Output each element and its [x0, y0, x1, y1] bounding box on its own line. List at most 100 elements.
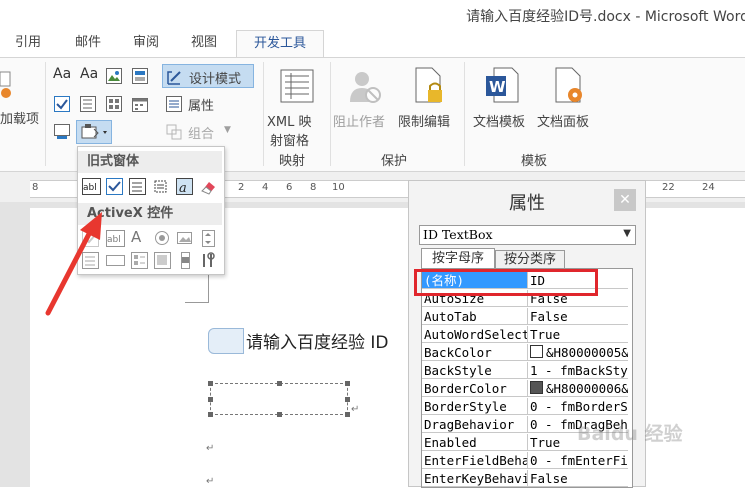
design-mode-button[interactable]: 设计模式: [162, 64, 254, 88]
document-template-label: 文档模板: [473, 115, 526, 130]
activex-textbox[interactable]: [208, 381, 350, 417]
property-value-text: &H80000005&: [546, 345, 628, 360]
object-selector[interactable]: ID TextBox ▼: [419, 225, 636, 245]
dropdown-list-control-icon[interactable]: [106, 96, 122, 112]
legacy-text-field-icon[interactable]: abl: [82, 178, 101, 195]
property-row[interactable]: BorderColor &H80000006&: [422, 380, 632, 398]
group-icon: [166, 124, 182, 140]
combo-box-control-icon[interactable]: [80, 96, 96, 112]
property-value[interactable]: &H80000005&: [528, 344, 628, 361]
property-value[interactable]: False: [528, 470, 628, 487]
restrict-editing-button[interactable]: 限制编辑: [396, 62, 462, 148]
property-value[interactable]: True: [528, 326, 628, 343]
document-panel-button[interactable]: 文档面板: [536, 62, 602, 148]
paragraph-mark-icon: ↵: [206, 443, 215, 454]
property-row[interactable]: BackColor &H80000005&: [422, 344, 632, 362]
property-name: AutoWordSelect: [422, 326, 528, 343]
property-row[interactable]: EnterFieldBehavior 0 - fmEnterFieldBehav…: [422, 452, 632, 470]
building-block-control-icon[interactable]: [132, 68, 148, 84]
picture-control-icon[interactable]: [106, 68, 122, 84]
property-value[interactable]: 1 - fmBackStyleOpaque: [528, 362, 628, 379]
activex-toggle-button-icon[interactable]: [154, 252, 171, 269]
activex-label-icon[interactable]: A: [131, 228, 148, 246]
properties-panel-title: 属性: [509, 193, 545, 214]
activex-scroll-bar-icon[interactable]: [177, 252, 194, 269]
tab-mailings[interactable]: 邮件: [66, 30, 110, 56]
ruler-mark: 22: [662, 182, 675, 193]
property-value[interactable]: 0 - fmBorderStyleNone: [528, 398, 628, 415]
activex-list-box-icon[interactable]: [131, 252, 148, 269]
group-separator: [464, 62, 465, 166]
tab-review[interactable]: 审阅: [124, 30, 168, 56]
legacy-combo-box-icon[interactable]: [129, 178, 146, 195]
highlight-annotation-box: [414, 269, 598, 296]
legacy-forms-header: 旧式窗体: [78, 151, 222, 173]
insert-frame-icon[interactable]: [152, 178, 169, 195]
property-value[interactable]: 0 - fmEnterFieldBehaviorSelectAll: [528, 452, 628, 469]
annotation-arrow: [45, 212, 102, 316]
more-controls-tools-icon[interactable]: [200, 252, 217, 269]
property-row[interactable]: EnterKeyBehavior False: [422, 470, 632, 487]
tab-categorized[interactable]: 按分类序: [495, 250, 565, 269]
property-value[interactable]: &H80000006&: [528, 380, 628, 397]
property-row[interactable]: AutoWordSelect True: [422, 326, 632, 344]
resize-handle[interactable]: [277, 381, 282, 386]
group-button[interactable]: 组合 ▼: [162, 120, 254, 144]
resize-handle[interactable]: [277, 412, 282, 417]
xml-mapping-icon: [280, 69, 314, 103]
reset-form-fields-icon[interactable]: [200, 178, 217, 195]
chevron-down-icon: ▼: [623, 228, 631, 239]
property-name: Enabled: [422, 434, 528, 451]
tab-alphabetic[interactable]: 按字母序: [421, 248, 495, 269]
design-mode-label: 设计模式: [189, 72, 242, 87]
date-picker-control-icon[interactable]: [132, 96, 148, 112]
resize-handle[interactable]: [345, 381, 350, 386]
addins-icon[interactable]: [0, 68, 14, 98]
xml-mapping-pane-button[interactable]: XML 映 射窗格: [264, 62, 330, 149]
group-separator: [45, 62, 46, 166]
legacy-checkbox-icon[interactable]: [106, 178, 123, 195]
tab-view[interactable]: 视图: [182, 30, 226, 56]
properties-icon: [166, 96, 182, 112]
close-button[interactable]: ✕: [614, 189, 636, 211]
watermark-text: Baidu 经验: [577, 423, 683, 445]
legacy-tools-icon[interactable]: [54, 124, 70, 140]
properties-panel: 属性 ✕ ID TextBox ▼ 按字母序 按分类序 (名称) ID Auto…: [408, 180, 683, 488]
resize-handle[interactable]: [208, 381, 213, 386]
object-selector-value: ID TextBox: [423, 227, 493, 242]
property-value-text: &H80000006&: [546, 381, 628, 396]
design-mode-icon: [167, 71, 181, 85]
checkbox-control-icon[interactable]: [54, 96, 70, 112]
resize-handle[interactable]: [208, 412, 213, 417]
resize-handle[interactable]: [208, 397, 213, 402]
resize-handle[interactable]: [345, 412, 350, 417]
block-authors-button[interactable]: 阻止作者: [332, 62, 396, 148]
ruler-mark: 10: [332, 182, 345, 193]
resize-handle[interactable]: [345, 397, 350, 402]
ruler-mark: 2: [238, 182, 245, 193]
ruler-mark: 8: [32, 182, 45, 193]
tab-developer[interactable]: 开发工具: [236, 30, 324, 58]
tab-references[interactable]: 引用: [8, 30, 48, 56]
document-panel-icon: [555, 67, 582, 103]
property-row[interactable]: BorderStyle 0 - fmBorderStyleNone: [422, 398, 632, 416]
group-label-protect: 保护: [381, 154, 408, 169]
content-control-handle[interactable]: [208, 328, 244, 354]
ruler-mark: 8: [310, 182, 317, 193]
property-value[interactable]: False: [528, 308, 628, 325]
paragraph-mark-icon: ↵: [206, 476, 215, 487]
document-template-button[interactable]: W 文档模板: [468, 62, 536, 148]
activex-spin-button-icon[interactable]: [200, 230, 217, 247]
activex-image-icon[interactable]: [177, 230, 194, 247]
plain-text-control-icon[interactable]: Aa: [80, 66, 98, 82]
properties-button[interactable]: 属性: [162, 92, 254, 116]
legacy-forms-dropdown-button[interactable]: [76, 120, 112, 144]
rich-text-control-icon[interactable]: Aa: [53, 66, 71, 82]
group-label-mapping: 映射: [279, 154, 306, 169]
property-row[interactable]: AutoTab False: [422, 308, 632, 326]
title-bar: 请输入百度经验ID号.docx - Microsoft Word: [0, 0, 745, 30]
activex-option-button-icon[interactable]: [154, 230, 171, 247]
property-row[interactable]: BackStyle 1 - fmBackStyleOpaque: [422, 362, 632, 380]
form-field-shading-icon[interactable]: a: [176, 178, 193, 196]
margin-guide: [185, 302, 209, 303]
